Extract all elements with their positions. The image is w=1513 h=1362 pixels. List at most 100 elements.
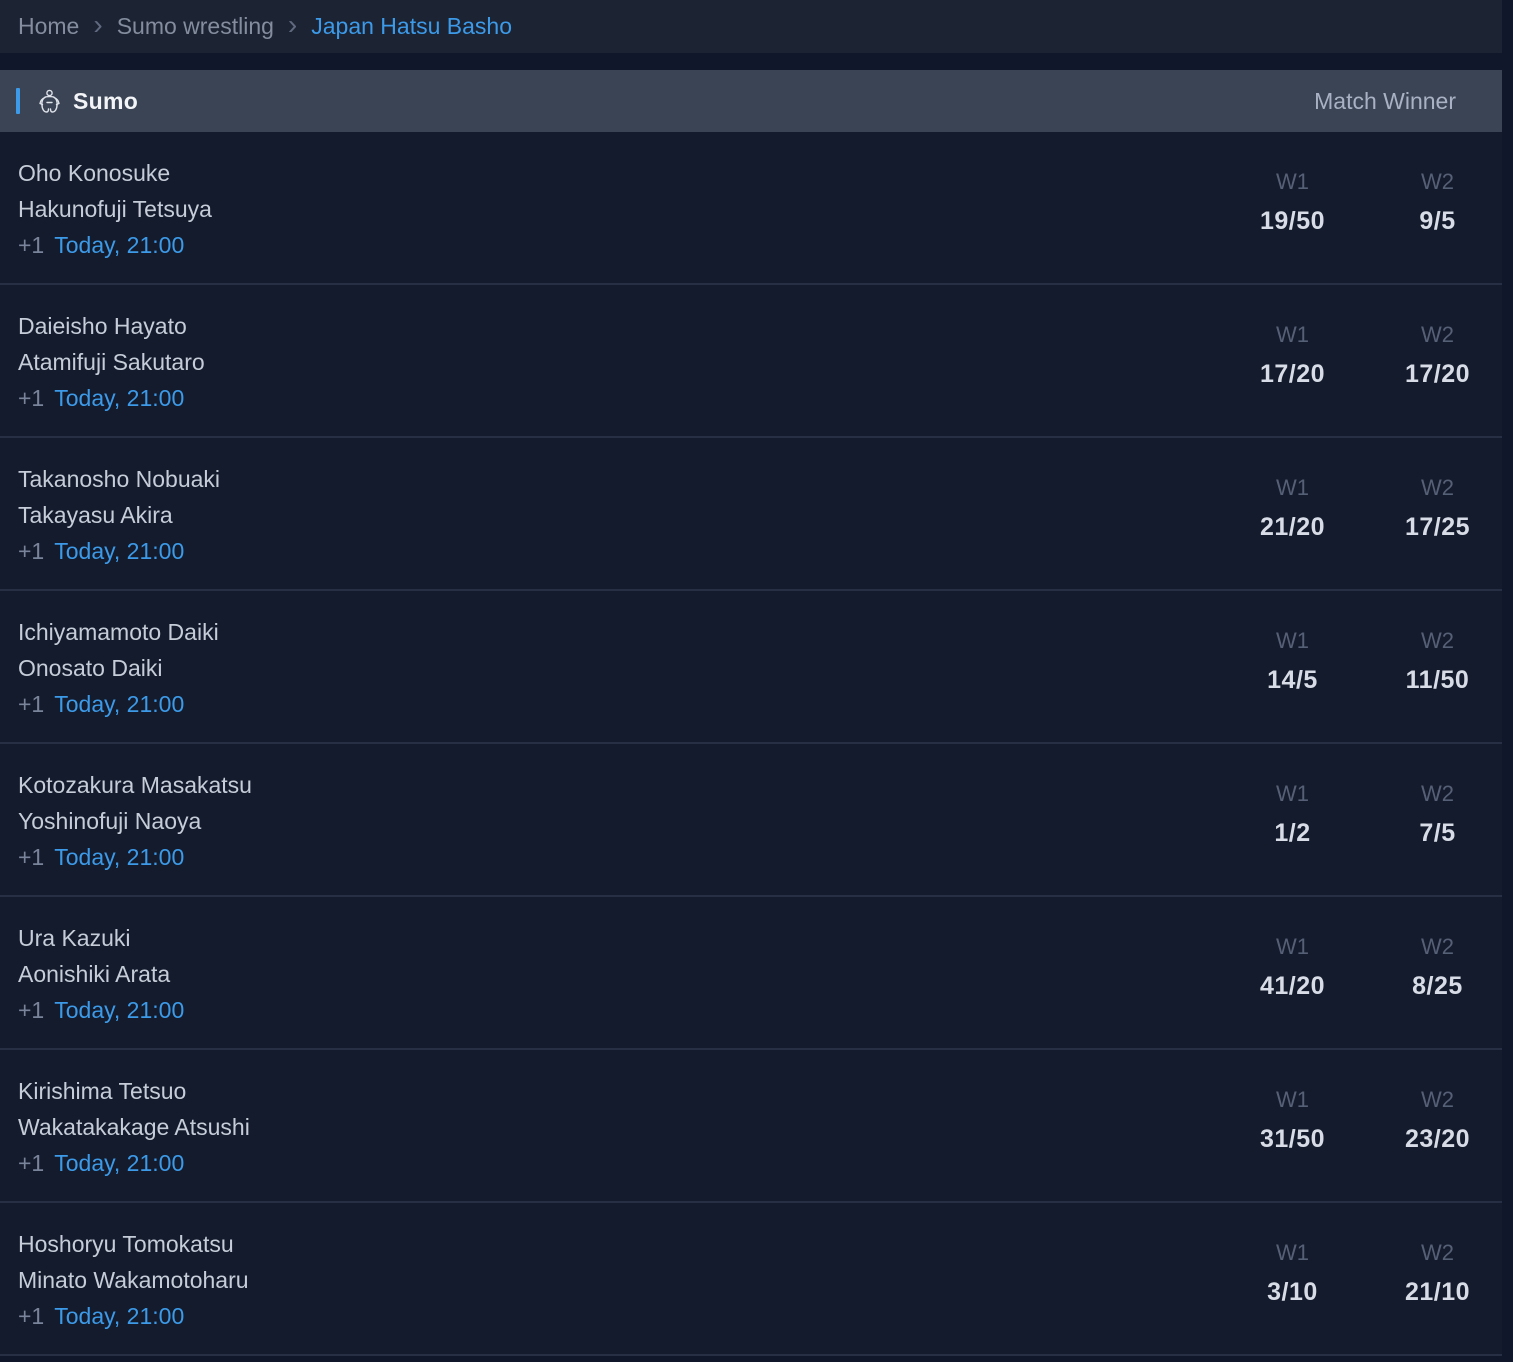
match-row[interactable]: Takanosho Nobuaki Takayasu Akira +1 Today…: [0, 438, 1502, 591]
w2-label: W2: [1421, 1087, 1454, 1112]
match-time-link[interactable]: Today, 21:00: [54, 1150, 184, 1176]
w2-label: W2: [1421, 169, 1454, 194]
chevron-right-icon: ›: [287, 8, 298, 40]
chevron-right-icon: ›: [93, 8, 103, 40]
more-markets-count[interactable]: +1: [18, 844, 44, 870]
player1-name: Ura Kazuki: [18, 925, 131, 951]
breadcrumb-japan-hatsu-basho[interactable]: Japan Hatsu Basho: [311, 13, 512, 40]
w2-odds-value: 17/20: [1404, 360, 1471, 388]
w2-odds-value: 23/20: [1404, 1125, 1471, 1153]
more-markets-count[interactable]: +1: [18, 232, 44, 258]
match-time-link[interactable]: Today, 21:00: [54, 691, 184, 717]
odds-cell-w1[interactable]: W1 19/50: [1230, 169, 1355, 283]
player2-name: Yoshinofuji Naoya: [18, 808, 202, 834]
w2-odds-value: 21/10: [1404, 1278, 1471, 1306]
player1-name: Oho Konosuke: [18, 160, 171, 186]
player2-name: Wakatakakage Atsushi: [18, 1114, 250, 1140]
odds-block: W1 31/50 W2 23/20: [1230, 1087, 1502, 1201]
w1-odds-value: 1/2: [1274, 819, 1311, 847]
match-time-link[interactable]: Today, 21:00: [54, 385, 184, 411]
w1-odds-value: 21/20: [1259, 513, 1326, 541]
more-markets-count[interactable]: +1: [18, 997, 44, 1023]
match-row[interactable]: Ura Kazuki Aonishiki Arata +1 Today, 21:0…: [0, 897, 1502, 1050]
w1-odds-value: 3/10: [1267, 1278, 1318, 1306]
odds-cell-w1[interactable]: W1 31/50: [1230, 1087, 1355, 1201]
w1-odds-value: 31/50: [1259, 1125, 1326, 1153]
odds-block: W1 17/20 W2 17/20: [1230, 322, 1502, 436]
w1-label: W1: [1276, 934, 1309, 959]
match-info: Kotozakura Masakatsu Yoshinofuji Naoya +…: [18, 767, 252, 895]
sportsbook-page: Home › Sumo wrestling › Japan Hatsu Bash…: [0, 0, 1502, 1356]
more-markets-count[interactable]: +1: [18, 1303, 44, 1329]
odds-cell-w2[interactable]: W2 7/5: [1375, 781, 1500, 895]
w2-odds-value: 7/5: [1419, 819, 1456, 847]
w1-odds-value: 14/5: [1267, 666, 1318, 694]
section-header: Sumo Match Winner: [0, 70, 1502, 132]
w2-odds-value: 9/5: [1419, 207, 1456, 235]
w1-odds-value: 41/20: [1259, 972, 1326, 1000]
w1-odds-value: 17/20: [1259, 360, 1326, 388]
odds-cell-w2[interactable]: W2 17/25: [1375, 475, 1500, 589]
w2-odds-value: 11/50: [1405, 666, 1470, 694]
w2-label: W2: [1421, 322, 1454, 347]
match-time-link[interactable]: Today, 21:00: [54, 232, 184, 258]
accent-bar: [16, 88, 20, 114]
odds-cell-w2[interactable]: W2 17/20: [1375, 322, 1500, 436]
breadcrumb-sumo-wrestling[interactable]: Sumo wrestling: [117, 13, 274, 40]
player2-name: Hakunofuji Tetsuya: [18, 196, 212, 222]
more-markets-count[interactable]: +1: [18, 385, 44, 411]
match-row[interactable]: Daieisho Hayato Atamifuji Sakutaro +1 Tod…: [0, 285, 1502, 438]
w1-label: W1: [1276, 781, 1309, 806]
sumo-wrestler-icon: [36, 88, 63, 115]
match-time-link[interactable]: Today, 21:00: [54, 997, 184, 1023]
w2-label: W2: [1421, 1240, 1454, 1265]
match-row[interactable]: Hoshoryu Tomokatsu Minato Wakamotoharu +…: [0, 1203, 1502, 1356]
w2-odds-value: 17/25: [1404, 513, 1471, 541]
w1-label: W1: [1276, 1087, 1309, 1112]
odds-block: W1 41/20 W2 8/25: [1230, 934, 1502, 1048]
match-row[interactable]: Kotozakura Masakatsu Yoshinofuji Naoya +…: [0, 744, 1502, 897]
odds-cell-w1[interactable]: W1 3/10: [1230, 1240, 1355, 1354]
breadcrumb-home[interactable]: Home: [18, 13, 79, 40]
more-markets-count[interactable]: +1: [18, 1150, 44, 1176]
more-markets-count[interactable]: +1: [18, 538, 44, 564]
more-markets-count[interactable]: +1: [18, 691, 44, 717]
w2-label: W2: [1421, 781, 1454, 806]
player1-name: Daieisho Hayato: [18, 313, 187, 339]
odds-cell-w1[interactable]: W1 21/20: [1230, 475, 1355, 589]
w2-label: W2: [1421, 934, 1454, 959]
odds-cell-w2[interactable]: W2 9/5: [1375, 169, 1500, 283]
match-time-link[interactable]: Today, 21:00: [54, 538, 184, 564]
odds-block: W1 21/20 W2 17/25: [1230, 475, 1502, 589]
odds-cell-w2[interactable]: W2 23/20: [1375, 1087, 1500, 1201]
odds-cell-w2[interactable]: W2 21/10: [1375, 1240, 1500, 1354]
match-info: Oho Konosuke Hakunofuji Tetsuya +1 Today,…: [18, 155, 212, 283]
odds-block: W1 14/5 W2 11/50: [1230, 628, 1502, 742]
match-list: Oho Konosuke Hakunofuji Tetsuya +1 Today,…: [0, 132, 1502, 1356]
odds-block: W1 19/50 W2 9/5: [1230, 169, 1502, 283]
odds-cell-w1[interactable]: W1 41/20: [1230, 934, 1355, 1048]
breadcrumb: Home › Sumo wrestling › Japan Hatsu Bash…: [0, 0, 1502, 53]
odds-cell-w2[interactable]: W2 11/50: [1375, 628, 1500, 742]
w1-label: W1: [1276, 169, 1309, 194]
odds-cell-w1[interactable]: W1 14/5: [1230, 628, 1355, 742]
w2-odds-value: 8/25: [1412, 972, 1463, 1000]
match-row[interactable]: Ichiyamamoto Daiki Onosato Daiki +1 Today…: [0, 591, 1502, 744]
player1-name: Hoshoryu Tomokatsu: [18, 1231, 234, 1257]
odds-cell-w1[interactable]: W1 1/2: [1230, 781, 1355, 895]
match-time-link[interactable]: Today, 21:00: [54, 1303, 184, 1329]
w1-label: W1: [1276, 628, 1309, 653]
match-info: Hoshoryu Tomokatsu Minato Wakamotoharu +…: [18, 1226, 249, 1354]
player2-name: Onosato Daiki: [18, 655, 163, 681]
player1-name: Kotozakura Masakatsu: [18, 772, 252, 798]
odds-cell-w2[interactable]: W2 8/25: [1375, 934, 1500, 1048]
match-row[interactable]: Oho Konosuke Hakunofuji Tetsuya +1 Today,…: [0, 132, 1502, 285]
player2-name: Atamifuji Sakutaro: [18, 349, 205, 375]
market-header-label: Match Winner: [1314, 87, 1456, 114]
w1-label: W1: [1276, 322, 1309, 347]
odds-cell-w1[interactable]: W1 17/20: [1230, 322, 1355, 436]
odds-block: W1 1/2 W2 7/5: [1230, 781, 1502, 895]
match-time-link[interactable]: Today, 21:00: [54, 844, 184, 870]
w1-odds-value: 19/50: [1259, 207, 1326, 235]
match-row[interactable]: Kirishima Tetsuo Wakatakakage Atsushi +1…: [0, 1050, 1502, 1203]
